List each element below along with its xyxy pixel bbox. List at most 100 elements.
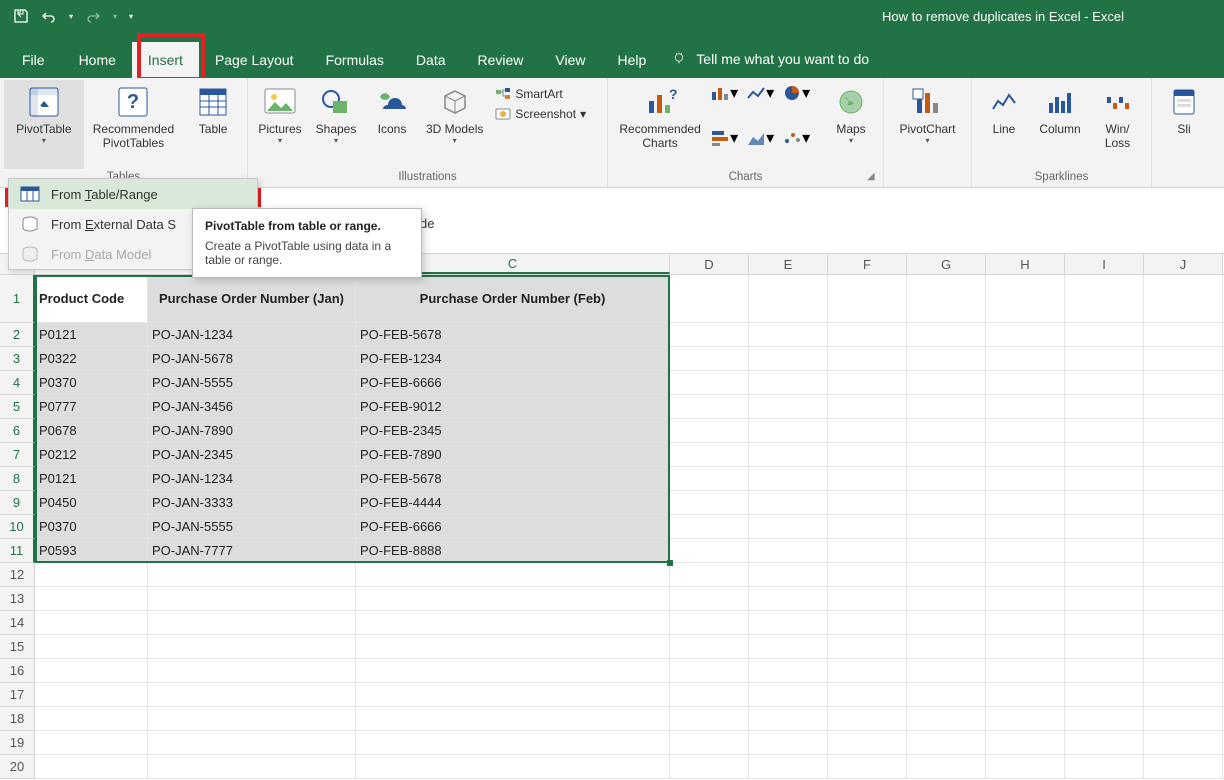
cell[interactable] <box>670 419 749 443</box>
cell[interactable] <box>670 371 749 395</box>
recommended-pivottables-button[interactable]: ? Recommended PivotTables <box>84 80 184 169</box>
cell[interactable] <box>749 707 828 731</box>
cell[interactable] <box>356 731 670 755</box>
scatter-chart-icon[interactable]: ▾ <box>782 127 810 149</box>
cell[interactable] <box>35 683 148 707</box>
cell[interactable] <box>828 587 907 611</box>
tab-home[interactable]: Home <box>63 42 132 78</box>
cell[interactable] <box>828 659 907 683</box>
cell[interactable] <box>907 563 986 587</box>
smartart-button[interactable]: SmartArt <box>489 84 592 104</box>
cell[interactable] <box>907 323 986 347</box>
cell[interactable] <box>1065 659 1144 683</box>
cell[interactable] <box>1065 635 1144 659</box>
row-header[interactable]: 19 <box>0 731 35 755</box>
cell[interactable] <box>35 755 148 779</box>
undo-icon[interactable] <box>36 3 62 29</box>
cell[interactable]: PO-JAN-5555 <box>148 371 356 395</box>
cell[interactable] <box>749 755 828 779</box>
col-header-j[interactable]: J <box>1144 254 1223 274</box>
row-header[interactable]: 10 <box>0 515 35 539</box>
cell[interactable]: P0212 <box>35 443 148 467</box>
cell[interactable] <box>1144 611 1223 635</box>
sparkline-winloss-button[interactable]: Win/ Loss <box>1088 80 1147 169</box>
cell[interactable]: PO-JAN-7890 <box>148 419 356 443</box>
cell[interactable] <box>1065 323 1144 347</box>
cell[interactable] <box>828 347 907 371</box>
cell[interactable] <box>749 539 828 563</box>
row-header[interactable]: 18 <box>0 707 35 731</box>
cell[interactable] <box>670 467 749 491</box>
cell[interactable] <box>356 587 670 611</box>
cell[interactable] <box>1144 419 1223 443</box>
cell[interactable]: P0121 <box>35 323 148 347</box>
cell[interactable] <box>749 419 828 443</box>
tab-data[interactable]: Data <box>400 42 462 78</box>
cell[interactable]: PO-FEB-9012 <box>356 395 670 419</box>
tab-formulas[interactable]: Formulas <box>310 42 400 78</box>
pictures-button[interactable]: Pictures▾ <box>252 80 308 169</box>
cell[interactable]: PO-JAN-1234 <box>148 467 356 491</box>
cell[interactable] <box>907 371 986 395</box>
cell[interactable]: PO-FEB-6666 <box>356 515 670 539</box>
cell[interactable] <box>986 707 1065 731</box>
cell[interactable] <box>1144 563 1223 587</box>
cell[interactable] <box>749 659 828 683</box>
sparkline-line-button[interactable]: Line <box>976 80 1032 169</box>
cell[interactable] <box>356 683 670 707</box>
cell[interactable] <box>828 443 907 467</box>
redo-dropdown-icon[interactable]: ▾ <box>108 3 122 29</box>
cell[interactable]: PO-JAN-5678 <box>148 347 356 371</box>
slicer-button[interactable]: Sli <box>1156 80 1212 187</box>
cell[interactable] <box>986 635 1065 659</box>
cell[interactable] <box>1144 395 1223 419</box>
tab-page-layout[interactable]: Page Layout <box>199 42 310 78</box>
cell[interactable] <box>670 491 749 515</box>
fill-handle[interactable] <box>667 560 673 566</box>
cell[interactable] <box>1144 323 1223 347</box>
cell[interactable] <box>828 467 907 491</box>
cell[interactable] <box>907 395 986 419</box>
cell[interactable] <box>749 443 828 467</box>
bar-chart-icon[interactable]: ▾ <box>710 127 738 149</box>
cell[interactable] <box>356 563 670 587</box>
cell[interactable] <box>670 347 749 371</box>
cell[interactable]: PO-FEB-7890 <box>356 443 670 467</box>
cell[interactable] <box>148 587 356 611</box>
cell[interactable] <box>148 659 356 683</box>
qat-customize-icon[interactable]: ▾ <box>124 3 138 29</box>
cell[interactable] <box>1065 395 1144 419</box>
row-header[interactable]: 15 <box>0 635 35 659</box>
cell[interactable] <box>148 707 356 731</box>
cell[interactable] <box>670 539 749 563</box>
cell[interactable] <box>1065 731 1144 755</box>
cell[interactable] <box>907 731 986 755</box>
cell[interactable]: P0777 <box>35 395 148 419</box>
cell[interactable]: PO-JAN-3333 <box>148 491 356 515</box>
cell[interactable] <box>670 515 749 539</box>
col-header-e[interactable]: E <box>749 254 828 274</box>
cell[interactable] <box>986 419 1065 443</box>
undo-dropdown-icon[interactable]: ▾ <box>64 3 78 29</box>
sparkline-column-button[interactable]: Column <box>1032 80 1088 169</box>
cell[interactable] <box>828 755 907 779</box>
cell[interactable] <box>907 707 986 731</box>
row-header[interactable]: 1 <box>0 275 35 323</box>
cell[interactable] <box>1065 467 1144 491</box>
cell[interactable] <box>148 611 356 635</box>
cell[interactable] <box>749 611 828 635</box>
cell[interactable] <box>148 731 356 755</box>
row-header[interactable]: 12 <box>0 563 35 587</box>
cell[interactable]: PO-FEB-1234 <box>356 347 670 371</box>
cell[interactable] <box>356 707 670 731</box>
cell[interactable] <box>749 371 828 395</box>
cell[interactable] <box>828 611 907 635</box>
cell[interactable] <box>1144 731 1223 755</box>
cell[interactable]: P0678 <box>35 419 148 443</box>
3d-models-button[interactable]: 3D Models▾ <box>420 80 489 169</box>
cell[interactable] <box>356 635 670 659</box>
from-table-range-item[interactable]: From Table/Range <box>9 179 257 209</box>
line-chart-icon[interactable]: ▾ <box>746 82 774 104</box>
cell[interactable] <box>1065 611 1144 635</box>
cell[interactable]: P0322 <box>35 347 148 371</box>
